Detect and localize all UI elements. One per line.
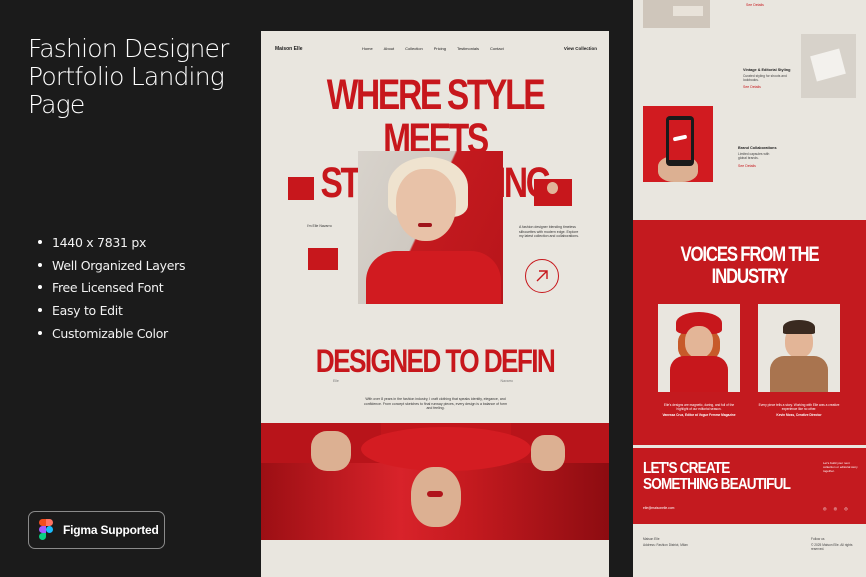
nav-link-home[interactable]: Home	[362, 46, 373, 51]
view-collection-link[interactable]: View Collection	[564, 46, 597, 51]
arrow-up-right-button[interactable]	[525, 259, 559, 293]
promo-title: Fashion Designer Portfolio Landing Page	[28, 34, 229, 119]
feature-item: Well Organized Layers	[38, 256, 186, 279]
landing-page-mockup-continued: See Details Vintage & Editorial Styling …	[633, 0, 866, 577]
footer-address: Address: Fashion District, Milan	[643, 543, 688, 547]
nav-link-about[interactable]: About	[384, 46, 394, 51]
about-description: With over 8 years in the fashion industr…	[364, 397, 507, 411]
contact-title-line: LET'S CREATE	[643, 460, 730, 477]
social-icons[interactable]: ◎ ◎ ◎	[823, 506, 851, 511]
footer-brand: Maison Elle	[643, 537, 660, 541]
about-sub-word: Elle	[333, 379, 339, 383]
sketch-image	[801, 34, 856, 98]
hero-thumbnail-image	[308, 248, 338, 270]
figma-supported-badge[interactable]: Figma Supported	[28, 511, 165, 549]
contact-section: LET'S CREATE SOMETHING BEAUTIFUL Let's b…	[633, 448, 866, 524]
testimonial-author: Kevin Moss, Creative Director	[776, 413, 822, 417]
feature-item: Customizable Color	[38, 324, 185, 347]
nav-link-testimonials[interactable]: Testimonials	[457, 46, 479, 51]
hero-intro-name: I'm Elle Navarro	[307, 224, 332, 228]
arrow-up-right-icon	[536, 270, 548, 282]
nav-link-pricing[interactable]: Pricing	[434, 46, 446, 51]
testimonials-title-line: INDUSTRY	[711, 265, 789, 288]
feature-item: Free Licensed Font	[38, 278, 185, 301]
mockup-brand[interactable]: Maison Elle	[275, 46, 303, 52]
feature-list: 1440 x 7831 px Well Organized Layers Fre…	[38, 233, 186, 347]
service-title: Brand Collaborations	[738, 146, 777, 150]
mockup-nav-links: Home About Collection Pricing Testimonia…	[362, 46, 515, 51]
testimonials-section: VOICES FROM THE INDUSTRY Elle's designs …	[633, 220, 866, 445]
feature-item: Easy to Edit	[38, 301, 185, 324]
testimonial-photo	[758, 304, 840, 392]
testimonial-author: Vanessa Cruz, Editor at Vogue Femme Maga…	[662, 413, 736, 417]
hero-description: A fashion designer blending timeless sil…	[519, 225, 579, 238]
hero-headline-line1: WHERE STYLE	[326, 71, 546, 119]
about-subline: Elle Navarro	[333, 379, 513, 383]
hero-portrait-image	[358, 151, 503, 304]
testimonials-title: VOICES FROM THE INDUSTRY	[656, 244, 842, 288]
mockup-navbar: Maison Elle Home About Collection Pricin…	[275, 44, 597, 54]
testimonials-title-line: VOICES FROM THE	[680, 243, 820, 266]
footer-follow: Follow us	[811, 537, 825, 541]
hero-thumbnail-image	[288, 177, 314, 200]
see-details-link[interactable]: See Details	[738, 164, 756, 168]
feature-item: 1440 x 7831 px	[38, 233, 185, 256]
contact-title: LET'S CREATE SOMETHING BEAUTIFUL	[643, 460, 791, 493]
about-sub-word: Navarro	[500, 379, 513, 383]
nav-link-contact[interactable]: Contact	[490, 46, 504, 51]
figma-icon	[39, 519, 54, 541]
nav-link-collection[interactable]: Collection	[405, 46, 423, 51]
footer-copyright: © 2025 Maison Elle. All rights reserved.	[811, 543, 853, 552]
see-details-link[interactable]: See Details	[743, 85, 761, 89]
hero-thumbnail-image	[534, 179, 572, 206]
contact-email-link[interactable]: elle@maisonelle.com	[643, 506, 674, 510]
testimonial-photo	[658, 304, 740, 392]
service-text: Curated styling for shoots and lookbooks…	[743, 74, 787, 83]
service-image	[643, 0, 710, 28]
see-details-link[interactable]: See Details	[746, 3, 764, 7]
service-title: Vintage & Editorial Styling	[743, 68, 791, 72]
landing-page-mockup: Maison Elle Home About Collection Pricin…	[261, 31, 609, 577]
testimonial-quote: Every piece tells a story. Working with …	[758, 403, 840, 411]
figma-badge-label: Figma Supported	[63, 523, 159, 537]
red-hat-photo	[261, 423, 609, 540]
contact-title-line: SOMETHING BEAUTIFUL	[643, 476, 791, 493]
contact-side-text: Let's build your next collection or edit…	[823, 461, 858, 473]
service-text: Limited capsules with global brands.	[738, 152, 770, 161]
phone-image	[643, 106, 713, 182]
testimonial-quote: Elle's designs are magnetic, daring, and…	[663, 403, 735, 411]
about-headline: DESIGNED TO DEFIN	[315, 343, 556, 379]
